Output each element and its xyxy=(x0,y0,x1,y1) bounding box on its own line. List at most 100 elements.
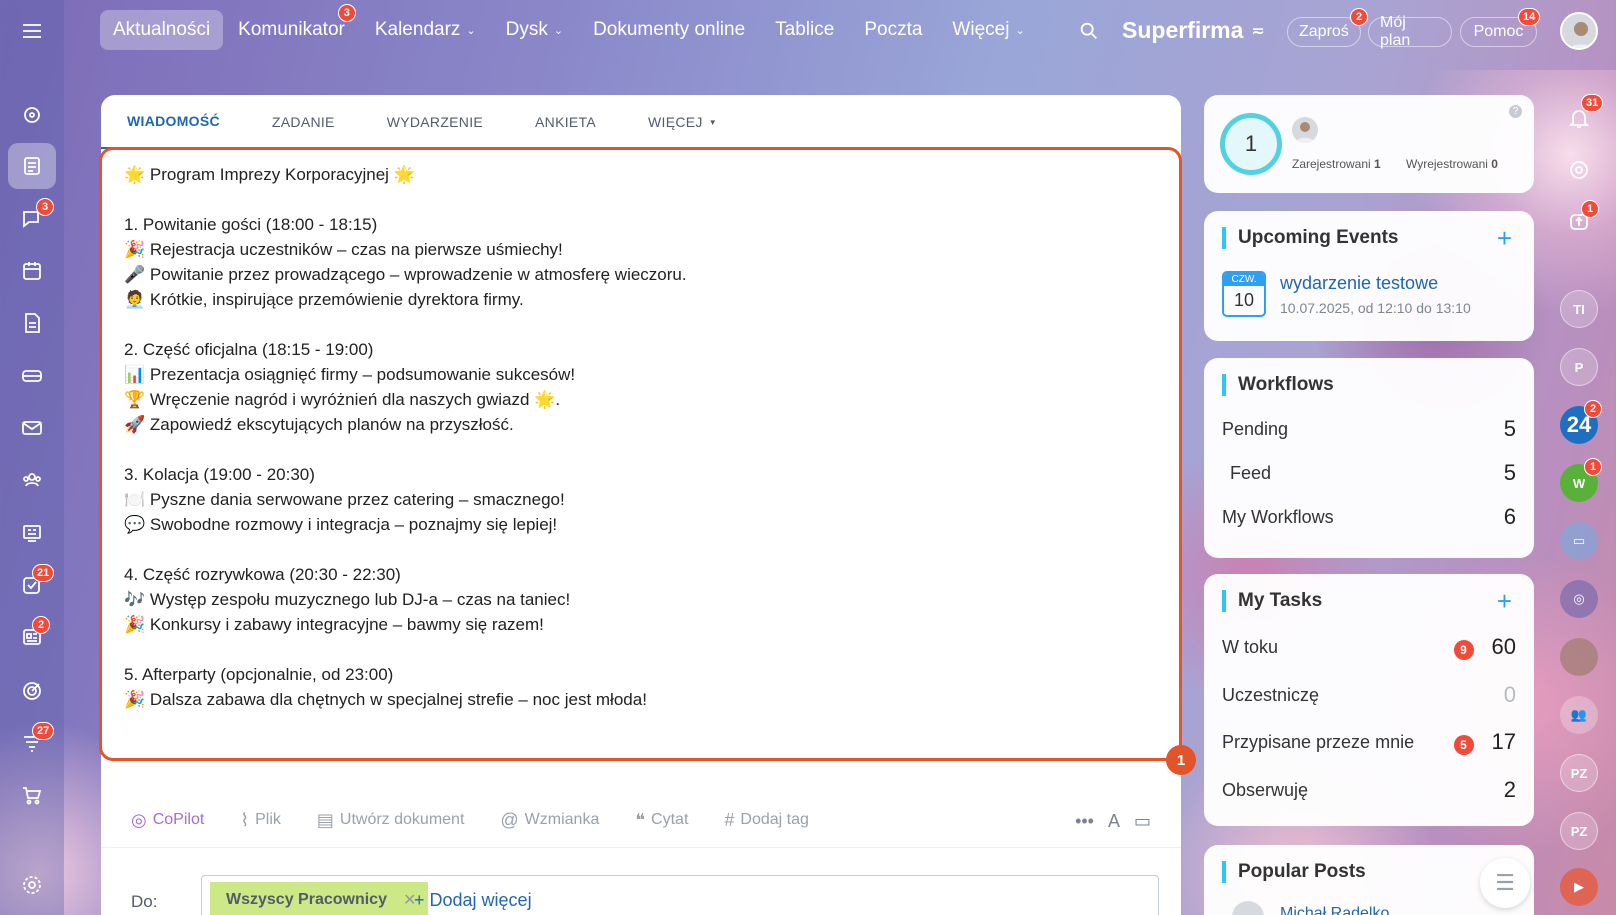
workflow-pending-row[interactable]: Pending 5 xyxy=(1222,416,1516,442)
more-options-icon[interactable]: ••• xyxy=(1075,811,1094,832)
chat-avatar-photo[interactable] xyxy=(1560,638,1598,676)
panel-toggle-icon[interactable]: ▭ xyxy=(1134,811,1151,832)
notifications-bell-icon[interactable]: 31 xyxy=(1557,94,1604,140)
my-workflows-row[interactable]: My Workflows 6 xyxy=(1222,504,1516,530)
funnel-icon[interactable]: 27 xyxy=(8,720,56,766)
attach-file-button[interactable]: ⌇ Plik xyxy=(240,810,281,831)
at-sign-icon: @ xyxy=(500,809,519,830)
employees-icon[interactable] xyxy=(8,457,56,503)
help-icon[interactable]: ? xyxy=(1509,105,1522,118)
unregistered-stat[interactable]: Wyrejestrowani 0 xyxy=(1406,157,1498,171)
nav-item-2[interactable]: Kalendarz ⌄ xyxy=(360,10,491,50)
tasks-following-row[interactable]: Obserwuję 2 xyxy=(1222,777,1516,803)
copilot-button[interactable]: ◎ CoPilot xyxy=(131,810,204,831)
tasks-in-progress-badge: 9 xyxy=(1453,640,1474,660)
editor-toolbar: ◎ CoPilot ⌇ Plik ▤ Utwórz dokument @ Wzmiank… xyxy=(131,805,845,835)
list-toggle-button[interactable]: ☰ xyxy=(1480,858,1530,908)
quote-button[interactable]: ❝ Cytat xyxy=(635,810,688,831)
workflow-feed-row[interactable]: Feed 5 xyxy=(1222,460,1516,486)
tab-task[interactable]: ZADANIE xyxy=(246,95,361,149)
nav-item-7[interactable]: Więcej ⌄ xyxy=(937,10,1039,50)
tab-event[interactable]: WYDARZENIE xyxy=(361,95,509,149)
chat-icon[interactable]: 3 xyxy=(8,196,56,242)
nav-item-3[interactable]: Dysk ⌄ xyxy=(491,10,578,50)
group-users-icon[interactable]: 👥 xyxy=(1560,696,1598,734)
add-task-icon[interactable]: + xyxy=(1497,586,1512,617)
nav-item-1[interactable]: Komunikator 3 xyxy=(223,4,360,50)
my-plan-button[interactable]: Mój plan xyxy=(1368,14,1452,49)
text-format-icon[interactable]: A xyxy=(1108,811,1120,832)
chevron-down-icon: ⌄ xyxy=(466,24,476,37)
group-chat-icon[interactable]: ▭ xyxy=(1560,522,1598,560)
add-more-recipients-button[interactable]: + Dodaj więcej xyxy=(414,890,532,911)
popular-author-link[interactable]: Michał Radelko xyxy=(1280,905,1389,915)
registered-stat[interactable]: Zarejestrowani 1 xyxy=(1292,157,1381,171)
attendee-avatar[interactable] xyxy=(1292,117,1318,143)
feed-icon[interactable] xyxy=(8,143,56,189)
search-icon[interactable] xyxy=(1078,20,1100,47)
author-avatar[interactable] xyxy=(1232,901,1264,915)
invite-button[interactable]: Zaproś 2 xyxy=(1287,8,1368,47)
goals-icon[interactable] xyxy=(8,668,56,714)
tasks-participating-label: Uczestniczę xyxy=(1222,684,1320,705)
event-name-link[interactable]: wydarzenie testowe xyxy=(1280,273,1438,294)
recipients-field[interactable]: Wszyscy Pracownicy ✕ + Dodaj więcej xyxy=(201,875,1159,915)
chat-avatar-pz-1[interactable]: PZ xyxy=(1560,754,1598,792)
company-brand[interactable]: Superfirma ≂ xyxy=(1122,17,1265,44)
calendar-icon[interactable] xyxy=(8,248,56,294)
add-event-icon[interactable]: + xyxy=(1497,223,1512,254)
drive-icon[interactable] xyxy=(8,353,56,399)
workflow-feed-label: Feed xyxy=(1230,462,1272,483)
chat-avatar-w[interactable]: W1 xyxy=(1560,458,1602,502)
message-line: 🌟 Program Imprezy Korporacyjnej 🌟 xyxy=(124,165,415,184)
tasks-in-progress-row[interactable]: W toku 9 60 xyxy=(1222,634,1516,660)
user-avatar[interactable] xyxy=(1560,12,1598,50)
tasks-badge: 21 xyxy=(32,564,55,582)
add-tag-button[interactable]: # Dodaj tag xyxy=(724,810,809,831)
mail-icon[interactable] xyxy=(8,405,56,451)
upcoming-events-widget: Upcoming Events + CZW. 10 wydarzenie tes… xyxy=(1204,211,1534,341)
video-call-icon[interactable]: ▶ xyxy=(1560,868,1598,906)
nav-item-4[interactable]: Dokumenty online xyxy=(578,10,760,50)
recipient-name: Wszyscy Pracownicy xyxy=(226,891,387,908)
nav-item-6[interactable]: Poczta xyxy=(849,10,937,50)
my-tasks-widget: My Tasks + W toku 9 60 Uczestniczę 0 Przypi… xyxy=(1204,574,1534,826)
tab-more[interactable]: WIĘCEJ ▼ xyxy=(622,95,743,149)
recipient-chip[interactable]: Wszyscy Pracownicy ✕ xyxy=(210,882,429,915)
add-tag-label: Dodaj tag xyxy=(740,811,809,828)
document-icon[interactable] xyxy=(8,300,56,346)
tasks-icon[interactable]: 21 xyxy=(8,562,56,608)
message-line: 🎤 Powitanie przez prowadzącego – wprowad… xyxy=(124,265,687,284)
activity-icon[interactable] xyxy=(8,92,56,138)
tasks-participating-row[interactable]: Uczestniczę 0 xyxy=(1222,682,1516,708)
nav-item-0[interactable]: Aktualności xyxy=(100,10,224,50)
cart-icon[interactable] xyxy=(8,772,56,818)
nav-item-5[interactable]: Tablice xyxy=(760,10,849,50)
tasks-assigned-row[interactable]: Przypisane przeze mnie 5 17 xyxy=(1222,729,1516,755)
hashtag-icon: # xyxy=(724,809,735,830)
activity-circle-icon[interactable] xyxy=(1557,148,1601,192)
message-line xyxy=(124,312,687,337)
create-document-button[interactable]: ▤ Utwórz dokument xyxy=(317,810,465,831)
settings-gear-icon[interactable] xyxy=(8,862,56,908)
chat-avatar-pz-2[interactable]: PZ xyxy=(1560,812,1598,850)
chat-avatar-p[interactable]: P xyxy=(1560,348,1598,386)
message-line xyxy=(124,187,687,212)
sync-badge: 1 xyxy=(1581,200,1599,218)
message-editor[interactable]: 🌟 Program Imprezy Korporacyjnej 🌟 1. Powi… xyxy=(99,147,1182,761)
sync-icon[interactable]: 1 xyxy=(1557,200,1601,244)
menu-icon[interactable] xyxy=(8,8,56,54)
board-icon[interactable] xyxy=(8,510,56,556)
event-day-name: CZW. xyxy=(1224,273,1264,286)
channel-icon[interactable]: ◎ xyxy=(1560,580,1598,618)
bitrix24-chat[interactable]: 24 2 xyxy=(1560,400,1602,444)
help-button[interactable]: Pomoc 14 xyxy=(1460,8,1541,47)
tab-poll[interactable]: ANKIETA xyxy=(509,95,622,149)
recipients-label: Do: xyxy=(131,892,158,911)
nav-item-label: Kalendarz xyxy=(374,19,461,40)
tab-message[interactable]: WIADOMOŚĆ xyxy=(101,95,246,149)
news-icon[interactable]: 2 xyxy=(8,614,56,660)
mention-button[interactable]: @ Wzmianka xyxy=(500,810,599,831)
chat-avatar-ti[interactable]: TI xyxy=(1560,290,1598,328)
help-label: Pomoc xyxy=(1473,23,1524,40)
